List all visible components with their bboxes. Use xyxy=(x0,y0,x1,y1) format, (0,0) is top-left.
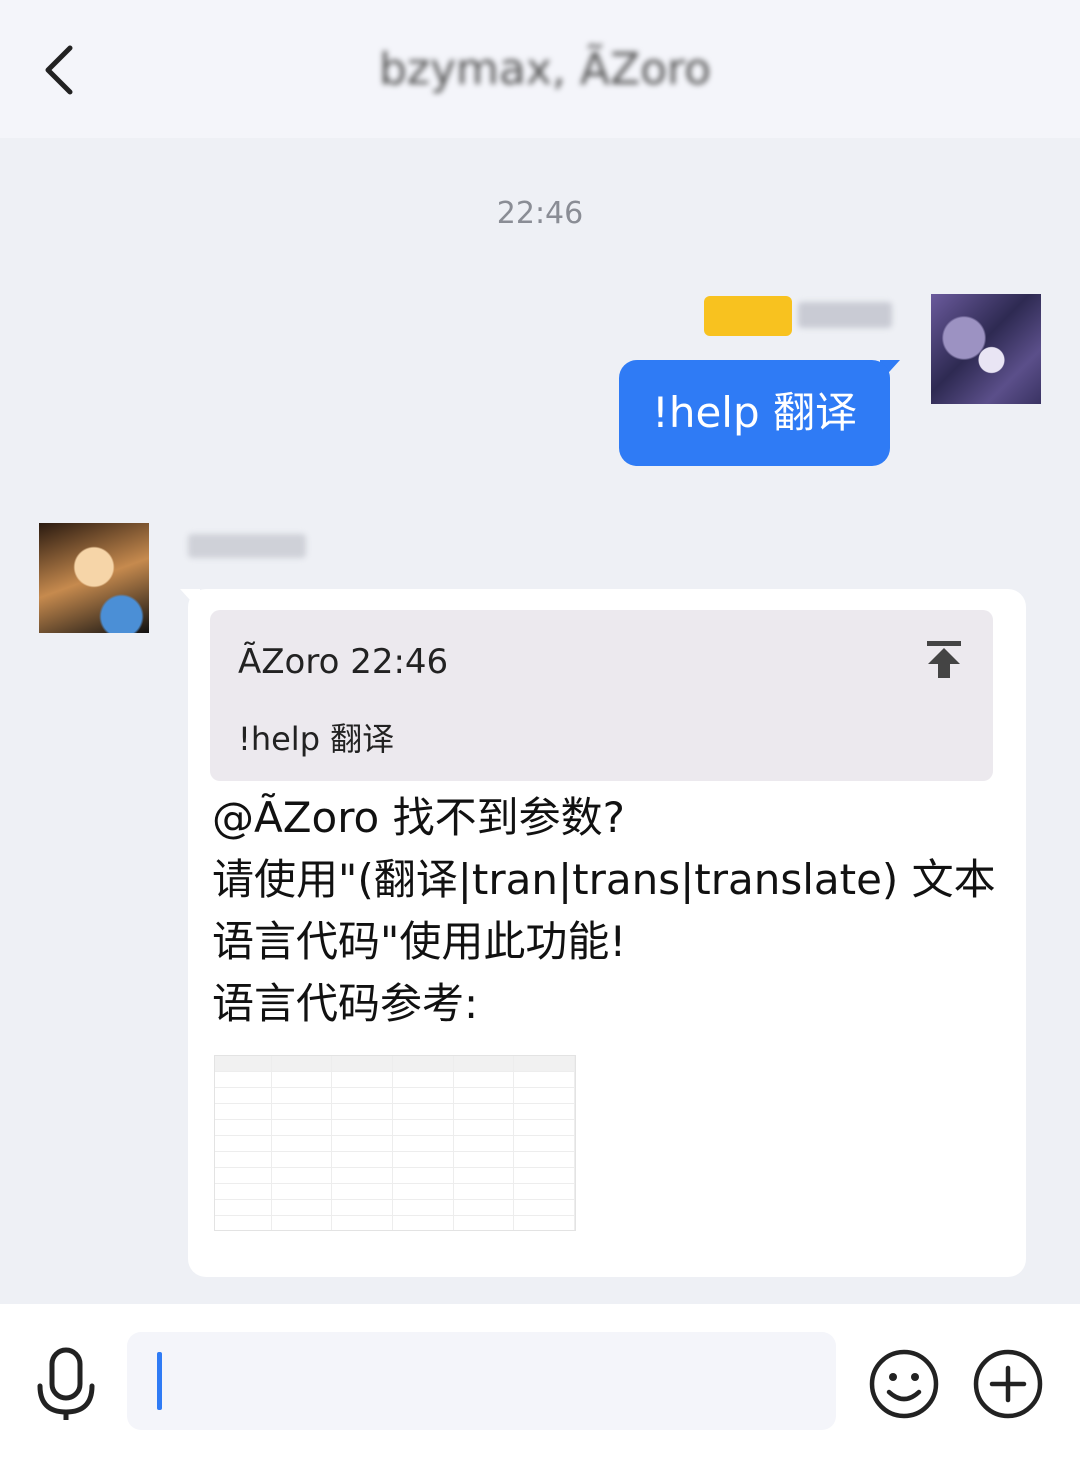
reply-text: @ÃZoro 找不到参数? 请使用"(翻译|tran|trans|transla… xyxy=(212,793,996,1028)
sender-name xyxy=(798,302,892,328)
message-input[interactable] xyxy=(127,1332,836,1430)
plus-circle-icon[interactable] xyxy=(972,1348,1044,1420)
bot-name xyxy=(188,534,306,558)
microphone-icon[interactable] xyxy=(34,1346,98,1422)
bot-avatar[interactable] xyxy=(39,523,149,633)
incoming-message-bubble[interactable]: ÃZoro 22:46 !help 翻译 @ÃZoro 找不到参数? 请使用"(… xyxy=(188,589,1026,1277)
outgoing-message-bubble[interactable]: !help 翻译 xyxy=(619,360,890,466)
sender-badge xyxy=(704,296,792,336)
quoted-message[interactable]: ÃZoro 22:46 !help 翻译 xyxy=(210,610,993,781)
input-bar xyxy=(0,1304,1080,1460)
language-code-table-image[interactable] xyxy=(214,1055,576,1231)
my-avatar[interactable] xyxy=(931,294,1041,404)
arrow-to-top-icon[interactable] xyxy=(921,636,967,682)
back-button[interactable] xyxy=(30,38,94,102)
chat-header: bzymax, ÃZoro xyxy=(0,0,1080,138)
message-timestamp: 22:46 xyxy=(496,196,584,231)
quoted-message-text: !help 翻译 xyxy=(238,720,395,758)
text-caret xyxy=(157,1352,162,1410)
quoted-message-header: ÃZoro 22:46 xyxy=(238,642,449,682)
smiley-icon[interactable] xyxy=(868,1348,940,1420)
chat-title: bzymax, ÃZoro xyxy=(378,44,712,95)
chevron-left-icon xyxy=(45,45,73,95)
